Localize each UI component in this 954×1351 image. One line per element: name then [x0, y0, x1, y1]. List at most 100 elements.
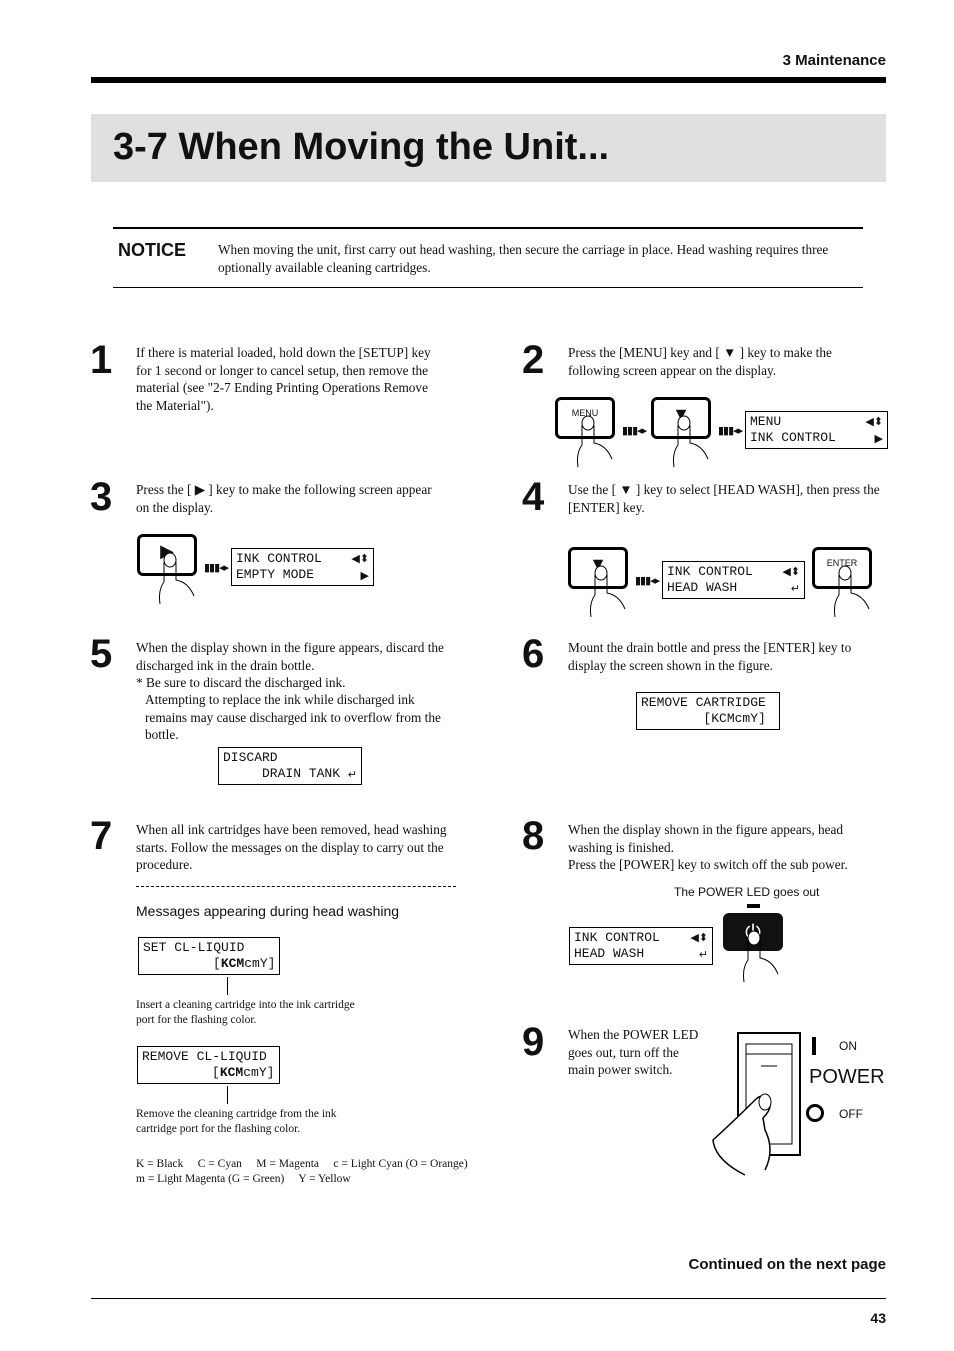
enter-return-icon: ↵	[698, 948, 708, 961]
lcd-line: REMOVE CL-LIQUID	[142, 1049, 267, 1064]
page-title: 3-7 When Moving the Unit...	[113, 126, 610, 168]
continued-note: Continued on the next page	[688, 1256, 887, 1273]
right-triangle-icon: ▶	[874, 432, 883, 445]
right-triangle-icon: ▶	[194, 482, 205, 497]
left-updown-icon: ◀⬍	[690, 931, 708, 944]
lcd-display: SET CL-LIQUID [KCMcmY]	[138, 937, 280, 975]
lcd-line: [KCMcmY]	[641, 711, 766, 726]
section-header: 3 Maintenance	[782, 52, 886, 69]
lcd-display: MENU INK CONTROL ◀⬍ ▶	[745, 411, 888, 449]
lcd-line: INK CONTROL	[667, 564, 753, 579]
lcd-display: INK CONTROL EMPTY MODE ◀⬍ ▶	[231, 548, 374, 586]
arrow-icon: ▮▮▮◂▸	[204, 561, 229, 574]
lcd-display: INK CONTROL HEAD WASH ◀⬍ ↵	[662, 561, 805, 599]
led-label: The POWER LED goes out	[674, 885, 820, 899]
left-updown-icon: ◀⬍	[351, 552, 369, 565]
step-number: 7	[90, 814, 113, 858]
right-triangle-icon: ▶	[360, 569, 369, 582]
enter-return-icon: ↵	[347, 768, 357, 781]
lcd-line: DRAIN TANK	[223, 766, 341, 781]
notice-top-rule	[113, 227, 863, 229]
hand-press-icon	[159, 552, 195, 605]
off-mark-icon	[806, 1104, 824, 1122]
step-2-text: Press the [MENU] key and [ ▼ ] key to ma…	[568, 344, 868, 379]
lcd-line: INK CONTROL	[750, 430, 836, 445]
step-number: 4	[522, 475, 545, 519]
flashing-colors: KCM	[220, 956, 245, 971]
hand-press-icon	[743, 930, 779, 983]
lcd-line: EMPTY MODE	[236, 567, 315, 582]
enter-return-icon: ↵	[790, 582, 800, 595]
step-1-text: If there is material loaded, hold down t…	[136, 345, 431, 413]
step-number: 8	[522, 814, 545, 858]
on-label: ON	[839, 1039, 857, 1053]
step-6-text: Mount the drain bottle and press the [EN…	[568, 640, 852, 673]
hand-press-icon	[590, 565, 626, 618]
notice-text: When moving the unit, first carry out he…	[218, 242, 829, 275]
text: Use the [	[568, 482, 620, 497]
left-updown-icon: ◀⬍	[865, 415, 883, 428]
footer-rule	[91, 1298, 886, 1299]
step-5-line: * Be sure to discard the discharged ink.	[136, 675, 346, 690]
text: cmY]	[243, 1065, 275, 1080]
lcd-line: MENU	[750, 414, 782, 429]
color-legend: K = Black C = Cyan M = Magenta c = Light…	[136, 1158, 468, 1170]
step-8-line: When the display shown in the figure app…	[568, 822, 844, 855]
caption: Remove the cleaning cartridge from the i…	[136, 1108, 337, 1135]
caption: Insert a cleaning cartridge into the ink…	[136, 999, 355, 1026]
lcd-display: REMOVE CARTRIDGE [KCMcmY]	[636, 692, 780, 730]
flashing-colors: KCM	[219, 1065, 244, 1080]
notice-label: NOTICE	[118, 240, 187, 260]
off-label: OFF	[839, 1107, 863, 1121]
step-number: 2	[522, 338, 545, 382]
text: cmY]	[244, 956, 276, 971]
lcd-line: REMOVE CARTRIDGE	[641, 695, 766, 710]
page-number: 43	[870, 1310, 886, 1326]
main-power-switch-icon	[712, 1032, 801, 1176]
connector-line	[227, 1086, 228, 1104]
left-updown-icon: ◀⬍	[782, 565, 800, 578]
step-7-text: When all ink cartridges have been remove…	[136, 822, 447, 872]
lcd-display: REMOVE CL-LIQUID [KCMcmY]	[137, 1046, 280, 1084]
down-triangle-icon: ▼	[723, 345, 737, 360]
step-number: 3	[90, 475, 113, 519]
step-4-text: Use the [ ▼ ] key to select [HEAD WASH],…	[568, 481, 888, 516]
color-legend: m = Light Magenta (G = Green) Y = Yellow	[136, 1173, 351, 1185]
notice-bottom-rule	[113, 287, 863, 288]
step-3-text: Press the [ ▶ ] key to make the followin…	[136, 481, 436, 516]
connector-line	[227, 977, 228, 995]
hand-press-icon	[673, 415, 709, 468]
text: Press the [	[136, 482, 195, 497]
lcd-line: DISCARD	[223, 750, 278, 765]
down-triangle-icon: ▼	[619, 482, 633, 497]
header-rule	[91, 77, 886, 83]
led-indicator	[747, 904, 760, 908]
lcd-line: INK CONTROL	[574, 930, 660, 945]
hand-press-icon	[834, 565, 870, 618]
dashed-divider	[136, 886, 456, 887]
manual-page: 3 Maintenance 3-7 When Moving the Unit..…	[0, 0, 954, 1351]
power-label: POWER	[809, 1066, 885, 1088]
step-9-text: When the POWER LED goes out, turn off th…	[568, 1027, 699, 1077]
title-band: 3-7 When Moving the Unit...	[91, 114, 886, 182]
step-8-line: Press the [POWER] key to switch off the …	[568, 857, 848, 872]
lcd-line: [KCMcmY]	[212, 1065, 275, 1080]
lcd-line: [KCMcmY]	[213, 956, 276, 971]
step-number: 9	[522, 1020, 545, 1064]
subheading: Messages appearing during head washing	[136, 903, 400, 919]
step-number: 1	[90, 338, 113, 382]
on-mark-icon	[812, 1037, 816, 1055]
lcd-display: INK CONTROL HEAD WASH ◀⬍ ↵	[569, 927, 713, 965]
step-number: 5	[90, 632, 113, 676]
step-5-line: Attempting to replace the ink while disc…	[145, 692, 441, 742]
lcd-line: HEAD WASH	[667, 580, 738, 595]
lcd-line: HEAD WASH	[574, 946, 645, 961]
arrow-icon: ▮▮▮◂▸	[718, 424, 743, 437]
text: Press the [MENU] key and [	[568, 345, 724, 360]
lcd-line: SET CL-LIQUID	[143, 940, 245, 955]
step-5-line: When the display shown in the figure app…	[136, 640, 444, 673]
arrow-icon: ▮▮▮◂▸	[622, 424, 647, 437]
lcd-display: DISCARD DRAIN TANK ↵	[218, 747, 362, 785]
lcd-line: INK CONTROL	[236, 551, 322, 566]
arrow-icon: ▮▮▮◂▸	[635, 574, 660, 587]
